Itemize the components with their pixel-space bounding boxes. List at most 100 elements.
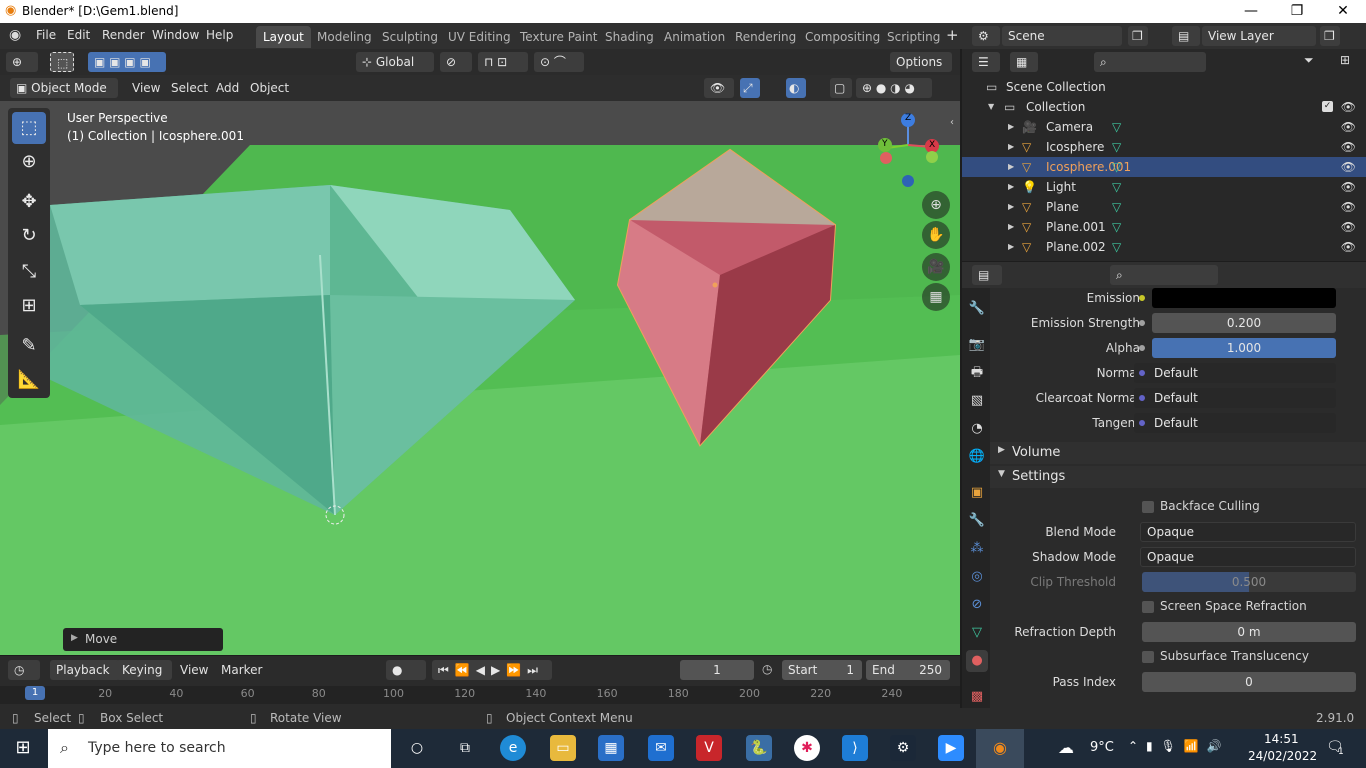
socket-icon[interactable] — [1139, 420, 1145, 426]
xray-icon[interactable]: ▢ — [830, 78, 852, 98]
vscode-icon[interactable]: ⟩ — [842, 735, 868, 761]
view-layer-selector[interactable]: View Layer — [1202, 26, 1316, 46]
selection-mode-icons[interactable]: ▣ ▣ ▣ ▣ — [88, 52, 166, 72]
view-layer-icon[interactable]: ▤ — [1172, 26, 1200, 46]
visibility-eye-icon[interactable]: 👁 — [1341, 157, 1356, 177]
emission-color-field[interactable] — [1152, 288, 1336, 308]
shadow-mode-dropdown[interactable]: Opaque — [1140, 547, 1356, 567]
pivot-point-icon[interactable]: ⊘ — [440, 52, 472, 72]
current-frame-field[interactable]: 1 — [680, 660, 754, 680]
visibility-eye-icon[interactable]: 👁 — [1341, 137, 1356, 157]
visibility-eye-icon[interactable]: 👁 — [1341, 237, 1356, 257]
cortana-icon[interactable]: ○ — [404, 735, 430, 761]
file-explorer-icon[interactable]: ▭ — [550, 735, 576, 761]
sidebar-toggle-icon[interactable]: ‹ — [950, 117, 954, 128]
view-layer-tab-icon[interactable]: ▧ — [966, 390, 988, 412]
object-tab-icon[interactable]: ▣ — [966, 482, 988, 504]
editor-type-icon[interactable]: ☰ — [972, 52, 1000, 72]
tab-scripting[interactable]: Scripting — [880, 26, 947, 48]
mail-icon[interactable]: ✉ — [648, 735, 674, 761]
backface-culling-checkbox[interactable] — [1142, 501, 1154, 513]
cursor-tool-icon[interactable]: ⊕ — [12, 146, 46, 178]
tab-rendering[interactable]: Rendering — [728, 26, 803, 48]
preview-range-icon[interactable]: ◷ — [762, 662, 772, 676]
steam-icon[interactable]: ⚙ — [890, 735, 916, 761]
clock-time[interactable]: 14:51 — [1264, 732, 1299, 746]
physics-tab-icon[interactable]: ◎ — [966, 566, 988, 588]
rotate-tool-icon[interactable]: ↻ — [12, 220, 46, 252]
start-frame-field[interactable]: Start 1 — [782, 660, 862, 680]
expand-icon[interactable]: ▶ — [1008, 137, 1014, 157]
new-scene-icon[interactable]: ❐ — [1128, 26, 1148, 46]
visibility-eye-icon[interactable]: 👁 — [1341, 197, 1356, 217]
zoom-app-icon[interactable]: ▶ — [938, 735, 964, 761]
new-view-layer-icon[interactable]: ❐ — [1320, 26, 1340, 46]
edge-icon[interactable]: e — [500, 735, 526, 761]
pan-hand-icon[interactable]: ✋ — [922, 221, 950, 249]
measure-tool-icon[interactable]: 📐 — [12, 364, 46, 396]
outliner-item[interactable]: ▶ 🎥 Camera ▽ 👁 — [962, 117, 1366, 137]
system-tray-icons[interactable]: ⌃▮🎙📶🔊 — [1128, 739, 1230, 753]
expand-icon[interactable]: ▶ — [1008, 217, 1014, 237]
object-data-icon[interactable]: ▽ — [1112, 237, 1121, 257]
close-button[interactable]: ✕ — [1320, 1, 1366, 21]
constraints-tab-icon[interactable]: ⊘ — [966, 594, 988, 616]
object-data-icon[interactable]: ▽ — [1112, 197, 1121, 217]
filter-icon[interactable]: ⏷ — [1304, 53, 1314, 68]
editor-type-icon[interactable]: ⊕ — [6, 52, 38, 72]
visibility-eye-icon[interactable]: 👁 — [1341, 97, 1356, 117]
playback-menu[interactable]: Playback — [50, 660, 120, 680]
weather-temp[interactable]: 9°C — [1090, 740, 1114, 755]
visibility-eye-icon[interactable]: 👁 — [1341, 117, 1356, 137]
viewport-menu-add[interactable]: Add — [216, 78, 239, 98]
perspective-grid-icon[interactable]: ▦ — [922, 283, 950, 311]
minimize-button[interactable]: — — [1228, 1, 1274, 21]
zoom-icon[interactable]: ⊕ — [922, 191, 950, 219]
modifier-tab-icon[interactable]: 🔧 — [966, 510, 988, 532]
viewport-menu-select[interactable]: Select — [171, 78, 208, 98]
tab-texture-paint[interactable]: Texture Paint — [513, 26, 604, 48]
antivirus-icon[interactable]: V — [696, 735, 722, 761]
scene-tab-icon[interactable]: ◔ — [966, 418, 988, 440]
camera-view-icon[interactable]: 🎥 — [922, 253, 950, 281]
socket-icon[interactable] — [1139, 370, 1145, 376]
pass-index-field[interactable]: 0 — [1142, 672, 1356, 692]
last-operator-panel[interactable]: ▶ Move — [63, 628, 223, 651]
timeline-menu-marker[interactable]: Marker — [221, 660, 262, 680]
3d-viewport[interactable]: User Perspective (1) Collection | Icosph… — [0, 75, 960, 655]
expand-icon[interactable]: ▼ — [988, 97, 994, 117]
display-mode-icon[interactable]: ▦ — [1010, 52, 1038, 72]
expand-icon[interactable]: ▶ — [1008, 177, 1014, 197]
tangent-field[interactable]: Default — [1134, 413, 1336, 433]
expand-icon[interactable]: ▶ — [1008, 157, 1014, 177]
ssr-checkbox[interactable] — [1142, 601, 1154, 613]
object-data-icon[interactable]: ▽ — [1112, 117, 1121, 137]
move-tool-icon[interactable]: ✥ — [12, 186, 46, 218]
gizmo-toggle-icon[interactable]: ⤢ — [740, 78, 760, 98]
blend-mode-dropdown[interactable]: Opaque — [1140, 522, 1356, 542]
end-frame-field[interactable]: End 250 — [866, 660, 950, 680]
viewport-menu-object[interactable]: Object — [250, 78, 289, 98]
visibility-eye-icon[interactable]: 👁 — [1341, 177, 1356, 197]
proportional-edit-icon[interactable]: ⊙ ⌒ — [534, 52, 584, 72]
mode-dropdown[interactable]: ▣ Object Mode — [10, 78, 118, 98]
tab-sculpting[interactable]: Sculpting — [375, 26, 445, 48]
overlay-toggle-icon[interactable]: ◐ — [786, 78, 806, 98]
task-view-icon[interactable]: ⧉ — [452, 735, 478, 761]
transform-tool-icon[interactable]: ⊞ — [12, 290, 46, 322]
tool-tab-icon[interactable]: 🔧 — [966, 298, 988, 320]
scene-collection-row[interactable]: ▭ Scene Collection — [962, 77, 1366, 97]
tab-animation[interactable]: Animation — [657, 26, 732, 48]
socket-icon[interactable] — [1139, 295, 1145, 301]
snap-icon[interactable]: ⊓ ⊡ — [478, 52, 528, 72]
outliner-item[interactable]: ▶ ▽ Plane ▽ 👁 — [962, 197, 1366, 217]
select-box-tool-icon[interactable]: ⬚ — [50, 52, 74, 72]
tab-uv-editing[interactable]: UV Editing — [441, 26, 518, 48]
outliner-search-input[interactable]: ⌕ — [1094, 52, 1206, 72]
new-collection-icon[interactable]: ⊞ — [1340, 53, 1350, 67]
socket-icon[interactable] — [1139, 320, 1145, 326]
menu-render[interactable]: Render — [102, 28, 145, 42]
frame-ruler[interactable]: 1 20 40 60 80 100 120 140 160 180 200 220 240 — [0, 686, 960, 704]
add-workspace-button[interactable]: + — [946, 26, 959, 44]
timeline-menu-view[interactable]: View — [180, 660, 208, 680]
